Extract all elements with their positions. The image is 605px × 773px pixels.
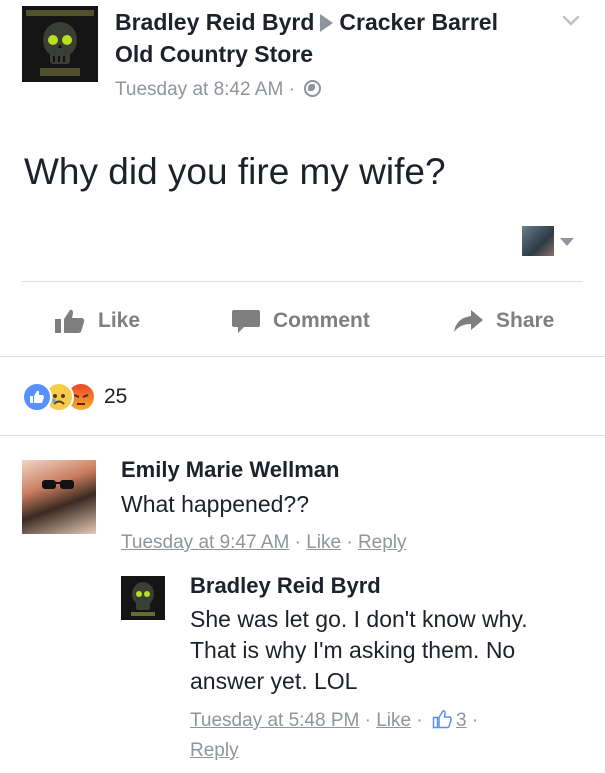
- avatar-banner-bottom: [40, 68, 80, 76]
- action-bar: Like Comment Share: [0, 290, 605, 352]
- reply-reply-link[interactable]: Reply: [190, 740, 239, 761]
- post-header: Bradley Reid Byrd Cracker Barrel Old Coun…: [0, 0, 605, 120]
- reply-timestamp[interactable]: Tuesday at 5:48 PM: [190, 710, 359, 731]
- like-label: Like: [98, 309, 141, 332]
- like-button[interactable]: Like: [54, 306, 140, 336]
- viewer-avatar[interactable]: [522, 226, 554, 256]
- divider: [0, 435, 605, 436]
- reply-like-count[interactable]: 3: [456, 710, 467, 731]
- arrow-right-icon: [320, 14, 334, 32]
- avatar-banner-top: [26, 10, 94, 16]
- share-arrow-icon: [454, 310, 483, 332]
- comment-meta: Tuesday at 9:47 AM · Like · Reply: [121, 528, 407, 558]
- sunglasses-icon: [42, 480, 74, 489]
- author-line: Bradley Reid Byrd Cracker Barrel Old Coun…: [115, 6, 535, 70]
- meta-separator: ·: [346, 532, 353, 553]
- chevron-down-icon[interactable]: [561, 10, 581, 30]
- post-timestamp[interactable]: Tuesday at 8:42 AM: [115, 79, 283, 100]
- reactions-summary[interactable]: 25: [22, 380, 127, 414]
- like-reaction-icon: [22, 382, 52, 412]
- skull-icon: [131, 582, 155, 616]
- thumbs-up-outline-icon: [432, 710, 452, 729]
- reply-author-name[interactable]: Bradley Reid Byrd: [190, 573, 381, 599]
- comment-button[interactable]: Comment: [231, 306, 370, 336]
- comment-reply-link[interactable]: Reply: [358, 532, 407, 553]
- post-timestamp-line: Tuesday at 8:42 AM ·: [115, 76, 322, 104]
- reply-text: She was let go. I don't know why. That i…: [190, 606, 528, 694]
- author-avatar[interactable]: [22, 6, 98, 82]
- meta-separator: ·: [294, 532, 301, 553]
- meta-separator: ·: [364, 710, 371, 731]
- meta-separator: ·: [471, 710, 479, 731]
- comment-like-link[interactable]: Like: [306, 532, 341, 553]
- caret-down-icon[interactable]: [560, 238, 574, 246]
- comment-text: What happened??: [121, 491, 309, 517]
- meta-separator: ·: [416, 710, 423, 731]
- post-text: Why did you fire my wife?: [24, 151, 446, 192]
- comment-bubble-icon: [232, 310, 260, 333]
- commenter-avatar[interactable]: [22, 460, 96, 534]
- reaction-count[interactable]: 25: [104, 385, 127, 409]
- divider: [22, 281, 583, 282]
- divider: [0, 356, 605, 357]
- reply-meta: Tuesday at 5:48 PM · Like · 3 · Reply: [190, 706, 590, 766]
- commenter-name[interactable]: Emily Marie Wellman: [121, 457, 339, 483]
- reply-author-avatar[interactable]: [121, 576, 165, 620]
- comment-timestamp[interactable]: Tuesday at 9:47 AM: [121, 532, 289, 553]
- reply-like-link[interactable]: Like: [376, 710, 411, 731]
- timestamp-separator: ·: [288, 79, 295, 100]
- comment-label: Comment: [273, 309, 370, 332]
- share-button[interactable]: Share: [452, 306, 554, 336]
- author-name[interactable]: Bradley Reid Byrd: [115, 9, 314, 35]
- skull-icon: [43, 22, 77, 64]
- share-label: Share: [496, 309, 555, 332]
- globe-icon: [304, 80, 322, 97]
- thumbs-up-icon: [55, 309, 85, 333]
